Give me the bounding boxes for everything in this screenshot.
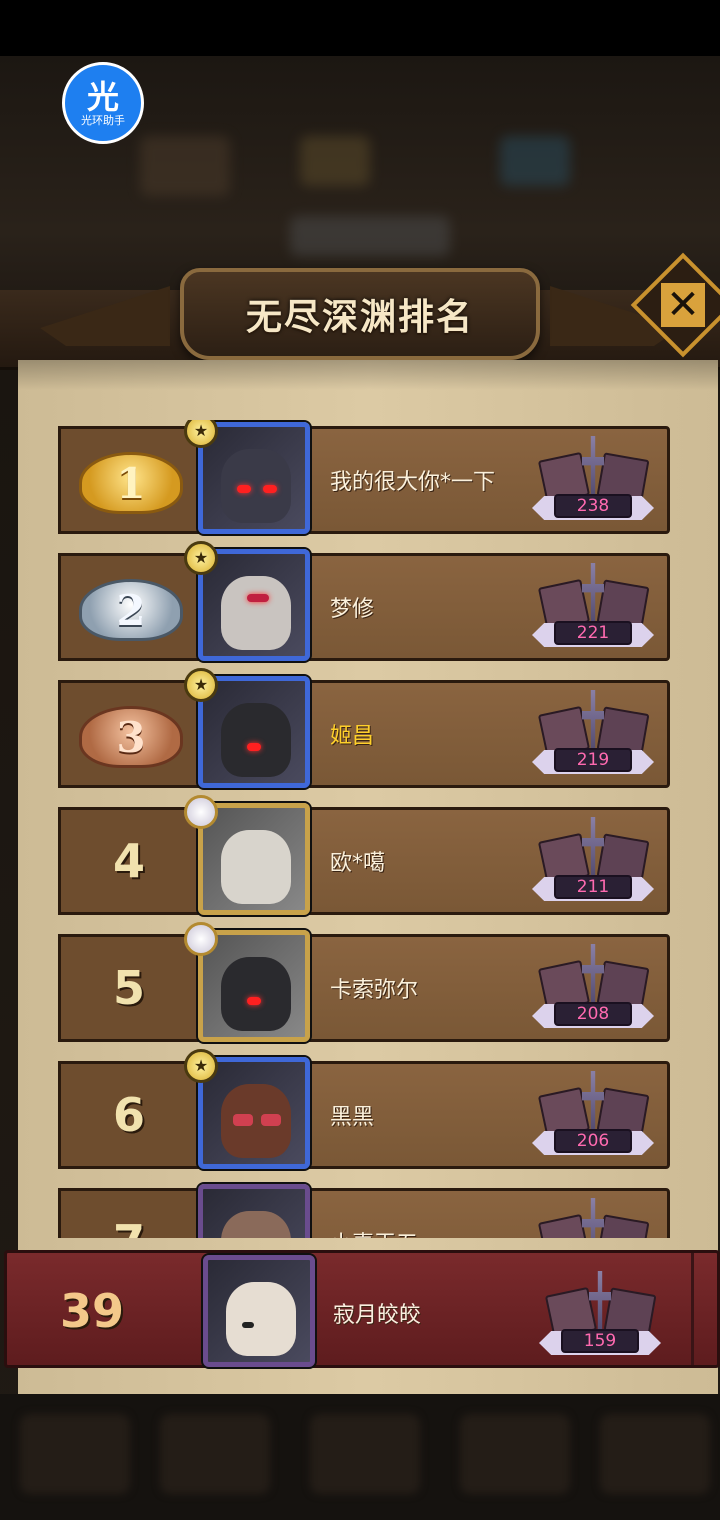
my-trophy-score: 159: [535, 1269, 665, 1359]
assistant-overlay-badge[interactable]: 光 光环助手: [62, 62, 144, 144]
bg-blob: [300, 136, 370, 186]
rank-number: 6: [112, 1088, 145, 1142]
row-divider: [691, 1253, 694, 1365]
star-badge-icon: ★: [184, 1049, 218, 1083]
bg-blob: [500, 136, 570, 186]
ranking-row[interactable]: 2 ★ 梦修 221: [58, 541, 672, 663]
player-name: 小喜王五: [330, 1226, 418, 1238]
avatar-eye: [263, 485, 277, 493]
bg-blob: [460, 1414, 570, 1494]
ranking-list[interactable]: 1 ★ 我的很大你*一下 238 2 ★ 梦修 221 3 ★ 姬昌 219 4…: [0, 420, 720, 1238]
avatar[interactable]: [198, 1184, 310, 1238]
gold-medal-icon: 1: [76, 448, 186, 518]
status-bar: [0, 0, 720, 56]
medal-number: 2: [79, 579, 183, 641]
my-rank-number: 39: [59, 1284, 124, 1338]
rank-number: 4: [112, 834, 145, 888]
player-name: 黑黑: [330, 1105, 375, 1130]
avatar-eye: [233, 1114, 253, 1126]
avatar-face: [226, 1282, 296, 1356]
pearl-badge-icon: [184, 795, 218, 829]
trophy-score: [528, 1196, 658, 1238]
close-icon: ✕: [661, 282, 705, 328]
bg-blob: [290, 216, 450, 256]
blurred-bottom-bar: [0, 1394, 720, 1520]
avatar-eye: [261, 1114, 281, 1126]
avatar-face: [221, 1211, 291, 1238]
trophy-score: 238: [528, 434, 658, 524]
my-avatar[interactable]: [203, 1255, 315, 1367]
score-value: 219: [554, 748, 632, 772]
ranking-row[interactable]: 1 ★ 我的很大你*一下 238: [58, 420, 672, 536]
avatar-face: [221, 449, 291, 523]
ranking-row[interactable]: 5 卡索弥尔 208: [58, 922, 672, 1044]
ranking-row[interactable]: 4 欧*噶 211: [58, 795, 672, 917]
score-value: 211: [554, 875, 632, 899]
avatar-eye: [237, 485, 251, 493]
rank-number: 7: [84, 1212, 174, 1238]
my-ranking-row[interactable]: 39 寂月皎皎 159: [4, 1250, 720, 1368]
avatar-eye: [247, 594, 269, 602]
avatar-face: [221, 576, 291, 650]
bg-blob: [20, 1414, 130, 1494]
trophy-score: 221: [528, 561, 658, 651]
avatar-eye: [242, 1322, 254, 1328]
bg-blob: [160, 1414, 270, 1494]
avatar-face: [221, 830, 291, 904]
ranking-row[interactable]: 3 ★ 姬昌 219: [58, 668, 672, 790]
page-title: 无尽深渊排名: [245, 297, 474, 338]
ranking-row[interactable]: 7 小喜王五: [58, 1182, 672, 1238]
trophy-score: 219: [528, 688, 658, 778]
score-value: 206: [554, 1129, 632, 1153]
player-name: 姬昌: [330, 724, 375, 749]
my-score-value: 159: [561, 1329, 639, 1353]
bronze-medal-icon: 3: [76, 702, 186, 772]
score-value: 208: [554, 1002, 632, 1026]
silver-medal-icon: 2: [76, 575, 186, 645]
player-name: 我的很大你*一下: [330, 470, 496, 495]
medal-number: 3: [79, 706, 183, 768]
score-value: 221: [554, 621, 632, 645]
medal-number: 1: [79, 452, 183, 514]
avatar-eye: [247, 997, 261, 1005]
avatar-face: [221, 957, 291, 1031]
overlay-caption: 光环助手: [81, 113, 125, 127]
avatar-eye: [247, 743, 261, 751]
pearl-badge-icon: [184, 922, 218, 956]
overlay-glyph: 光: [86, 77, 119, 116]
trophy-score: 211: [528, 815, 658, 905]
score-value: 238: [554, 494, 632, 518]
bg-blob: [600, 1414, 710, 1494]
star-badge-icon: ★: [184, 541, 218, 575]
my-player-name: 寂月皎皎: [333, 1303, 422, 1328]
book-icon: [596, 1214, 650, 1238]
player-name: 卡索弥尔: [330, 978, 419, 1003]
title-plate: 无尽深渊排名: [180, 268, 540, 360]
avatar-face: [221, 703, 291, 777]
bg-blob: [310, 1414, 420, 1494]
panel-shadow: [18, 360, 718, 390]
star-badge-icon: ★: [184, 668, 218, 702]
trophy-score: 208: [528, 942, 658, 1032]
rank-number: 5: [112, 961, 145, 1015]
player-name: 梦修: [330, 597, 375, 622]
trophy-score: 206: [528, 1069, 658, 1159]
player-name: 欧*噶: [330, 851, 386, 876]
bg-blob: [140, 136, 230, 196]
ranking-row[interactable]: 6 ★ 黑黑 206: [58, 1049, 672, 1171]
